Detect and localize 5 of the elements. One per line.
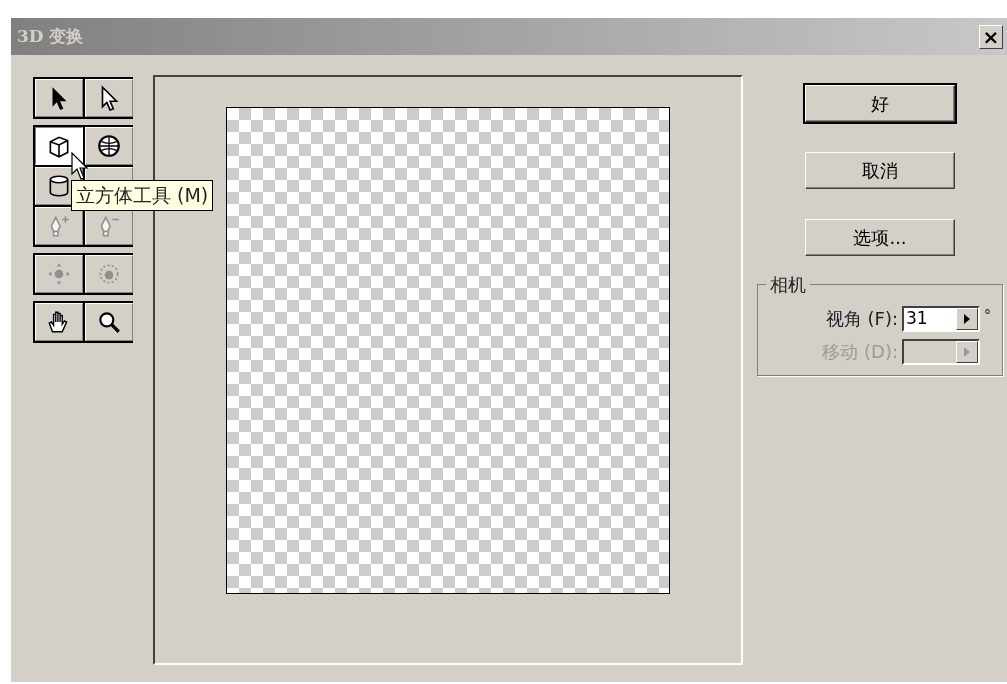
unit-label: ° [984,306,992,325]
field-label: 视角 (F): [825,307,898,331]
tooltip: 立方体工具 (M) [71,180,214,211]
window-title: 3D 变换 [17,24,84,48]
field-label: 移动 (D): [822,340,898,364]
